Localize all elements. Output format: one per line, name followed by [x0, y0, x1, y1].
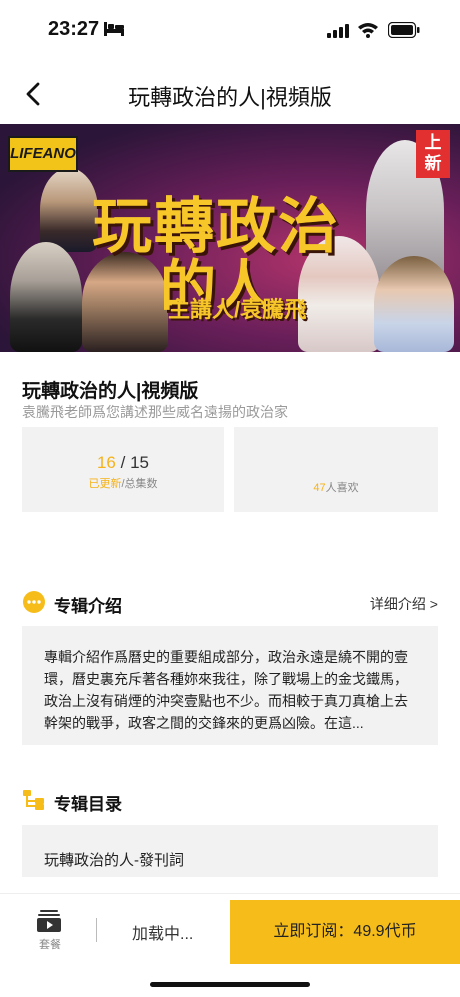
- updated-count: 16: [96, 453, 116, 472]
- more-dots-icon: [22, 590, 46, 614]
- catalog-section-header: 专辑目录: [22, 788, 438, 814]
- bottom-action-bar: 套餐 加载中... 立即订阅：49.9代币: [0, 893, 460, 964]
- total-label: /总集数: [121, 478, 158, 490]
- nav-bar: 玩轉政治的人|視頻版: [0, 64, 460, 124]
- package-icon: [37, 910, 61, 932]
- count-separator: /: [120, 453, 126, 472]
- divider: [96, 918, 97, 942]
- catalog-heading: 专辑目录: [54, 795, 122, 814]
- status-bar: 23:27: [0, 0, 460, 60]
- portrait-image: [10, 242, 82, 352]
- intro-detail-link[interactable]: 详细介绍 >: [370, 594, 438, 614]
- album-cover-banner: LIFEANO 上 新 玩轉政治 的人 主講人/袁騰飛: [0, 124, 460, 352]
- loading-text: 加载中...: [132, 926, 194, 943]
- portrait-image: [40, 168, 98, 252]
- package-button[interactable]: 套餐: [22, 908, 78, 958]
- intro-section-header: 专辑介绍 详细介绍 >: [22, 590, 438, 616]
- banner-host: 主講人/袁騰飛: [168, 297, 307, 322]
- new-badge-line2: 新: [424, 154, 442, 173]
- updated-label: 已更新: [88, 478, 122, 490]
- episode-count-card: 16 / 15 已更新/总集数: [22, 427, 224, 512]
- likes-count: 47: [313, 482, 326, 494]
- wifi-icon: [357, 22, 379, 43]
- catalog-icon: [22, 788, 46, 812]
- likes-card: 47人喜欢: [234, 427, 438, 512]
- package-label: 套餐: [39, 939, 61, 951]
- portrait-image: [82, 252, 168, 352]
- catalog-item-title: 玩轉政治的人-發刊詞: [44, 852, 184, 869]
- portrait-image: [374, 256, 454, 352]
- total-count: 15: [130, 453, 150, 472]
- page-title: 玩轉政治的人|視頻版: [128, 85, 332, 110]
- likes-label: 人喜欢: [325, 482, 359, 494]
- brand-logo: LIFEANO: [8, 136, 78, 172]
- likes-info: 47人喜欢: [234, 479, 438, 495]
- new-badge-line1: 上: [424, 133, 442, 152]
- album-subtitle: 袁騰飛老師爲您講述那些威名遠揚的政治家: [22, 404, 288, 420]
- battery-icon: [387, 21, 420, 43]
- intro-heading: 专辑介绍: [54, 597, 122, 616]
- episode-count: 16 / 15: [22, 453, 224, 473]
- signal-icon: [327, 24, 351, 43]
- status-time: 23:27: [48, 18, 100, 40]
- catalog-item[interactable]: 玩轉政治的人-發刊詞: [22, 825, 438, 877]
- subscribe-button[interactable]: 立即订阅：49.9代币: [230, 900, 460, 964]
- home-indicator: [150, 982, 310, 987]
- bed-icon: [104, 22, 124, 41]
- intro-text-box: 專輯介紹作爲曆史的重要組成部分，政治永遠是繞不開的壹環，曆史裏充斥著各種妳來我往…: [22, 626, 438, 745]
- episode-count-caption: 已更新/总集数: [22, 475, 224, 491]
- album-title: 玩轉政治的人|視頻版: [22, 381, 199, 402]
- new-badge: 上 新: [416, 130, 450, 178]
- intro-text: 專輯介紹作爲曆史的重要組成部分，政治永遠是繞不開的壹環，曆史裏充斥著各種妳來我往…: [44, 649, 408, 731]
